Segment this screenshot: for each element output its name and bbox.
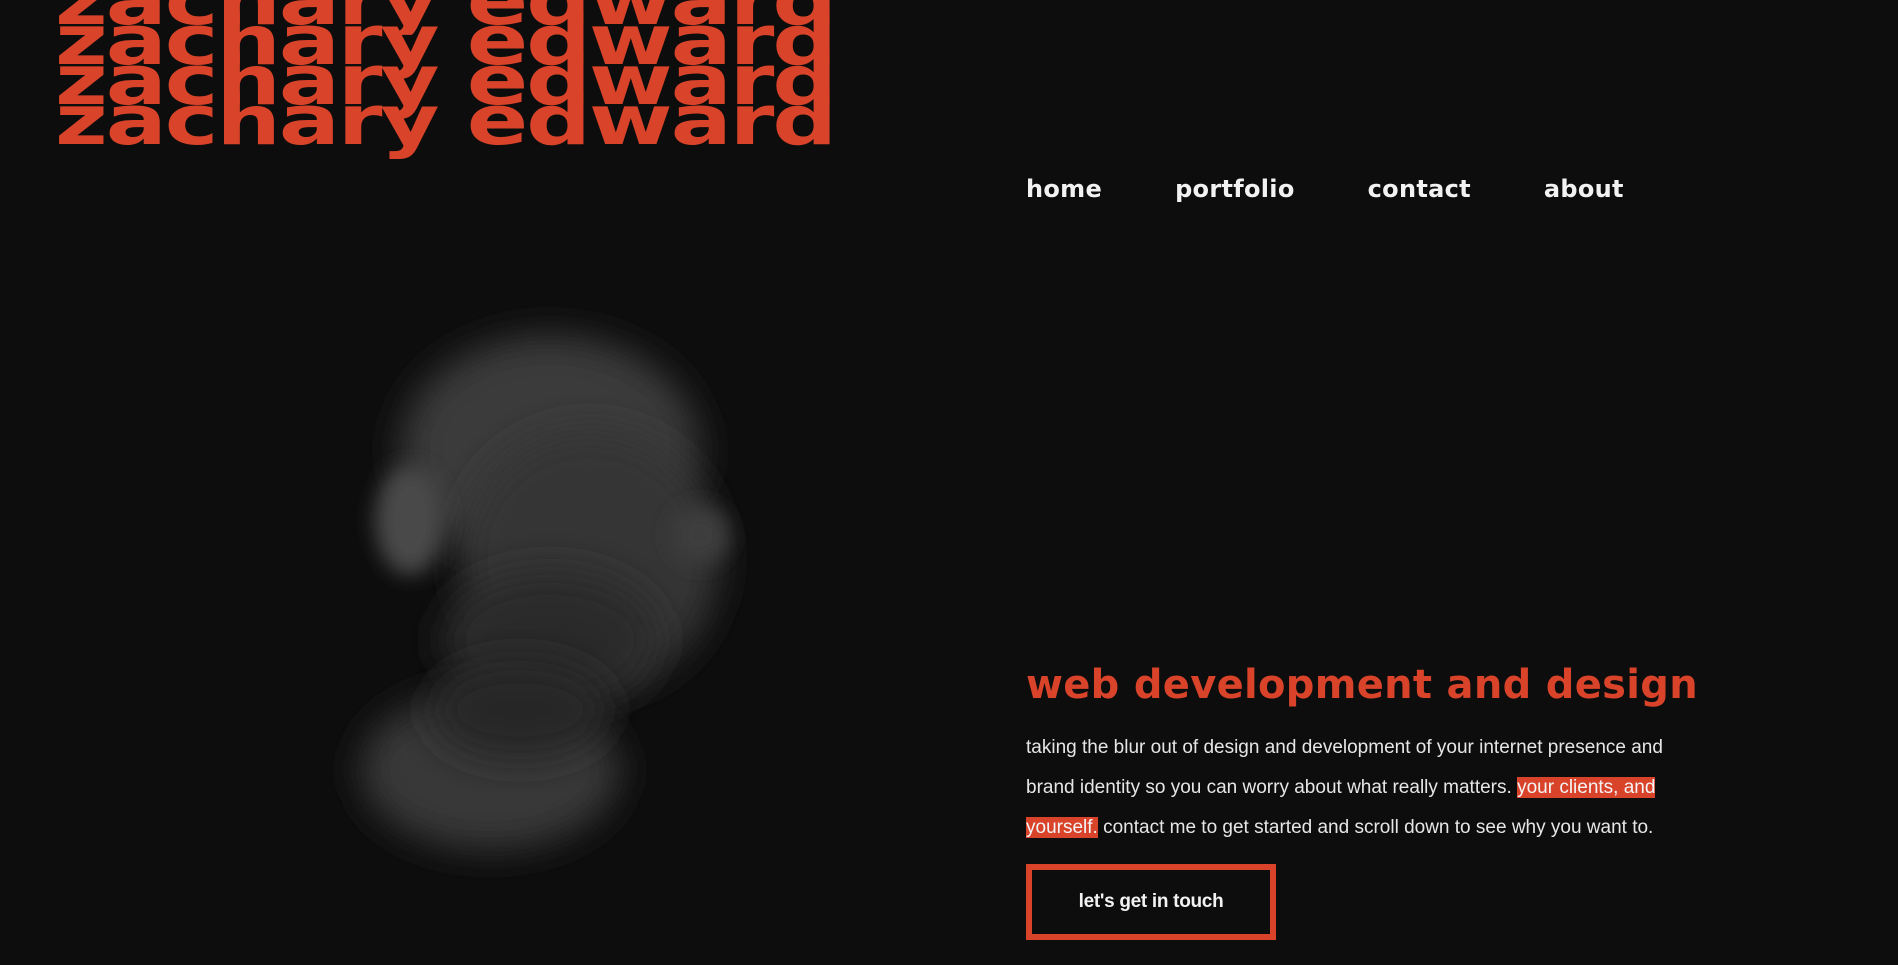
- nav-item-about[interactable]: about: [1544, 175, 1624, 203]
- site-logo[interactable]: zachary edward zachary edward zachary ed…: [55, 0, 895, 200]
- hero-description: taking the blur out of design and develo…: [1026, 728, 1686, 848]
- get-in-touch-label: let's get in touch: [1078, 891, 1224, 912]
- nav-item-contact[interactable]: contact: [1368, 175, 1471, 203]
- blurred-portrait-image: [320, 300, 760, 880]
- hero-title: web development and design: [1026, 662, 1698, 708]
- get-in-touch-button[interactable]: let's get in touch: [1026, 864, 1276, 940]
- logo-line: zachary edward: [55, 80, 837, 161]
- page: zachary edward zachary edward zachary ed…: [0, 0, 1898, 965]
- hero-description-text: contact me to get started and scroll dow…: [1103, 817, 1654, 838]
- nav-item-home[interactable]: home: [1026, 175, 1102, 203]
- main-nav: home portfolio contact about: [1026, 175, 1697, 203]
- nav-item-portfolio[interactable]: portfolio: [1175, 175, 1295, 203]
